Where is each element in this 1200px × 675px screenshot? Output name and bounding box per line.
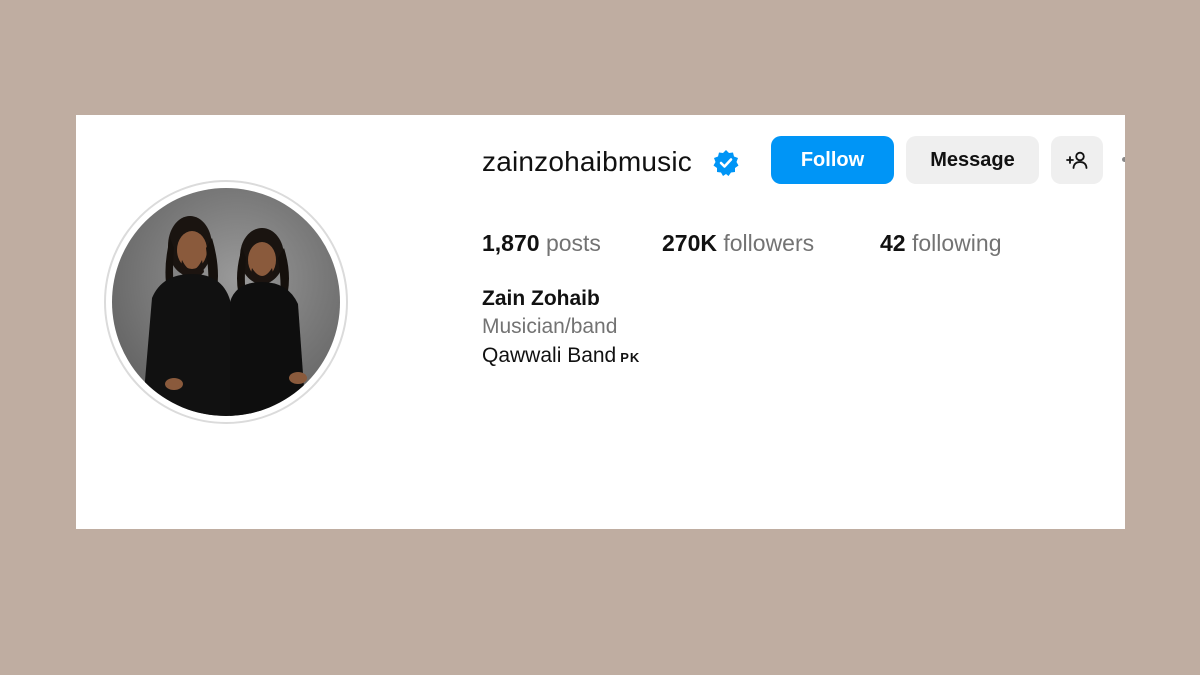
message-button[interactable]: Message — [906, 136, 1039, 184]
followers-count: 270K — [662, 230, 717, 256]
posts-label: posts — [545, 230, 601, 256]
stat-following[interactable]: 42 following — [880, 228, 1001, 258]
stat-followers[interactable]: 270K followers — [662, 228, 814, 258]
country-flag: PK — [620, 350, 641, 365]
avatar-ring[interactable] — [104, 180, 348, 424]
following-label: following — [911, 230, 1002, 256]
bio-category: Musician/band — [482, 315, 618, 338]
followers-label: followers — [723, 230, 815, 256]
more-options-icon[interactable] — [1122, 157, 1125, 162]
avatar-photo — [142, 216, 307, 416]
stat-posts[interactable]: 1,870 posts — [482, 228, 601, 258]
profile-card: zainzohaibmusic Follow Message 1,870 pos… — [76, 115, 1125, 529]
bio-name: Zain Zohaib — [482, 287, 600, 310]
verified-badge-icon — [713, 150, 739, 176]
username: zainzohaibmusic — [482, 146, 692, 177]
bio-text: Qawwali Band PK — [482, 341, 782, 371]
avatar[interactable] — [112, 188, 340, 416]
posts-count: 1,870 — [482, 230, 540, 256]
add-user-button[interactable] — [1051, 136, 1103, 184]
bio-description: Qawwali Band — [482, 344, 617, 367]
follow-button[interactable]: Follow — [771, 136, 894, 184]
add-user-icon — [1066, 151, 1088, 169]
following-count: 42 — [880, 230, 906, 256]
